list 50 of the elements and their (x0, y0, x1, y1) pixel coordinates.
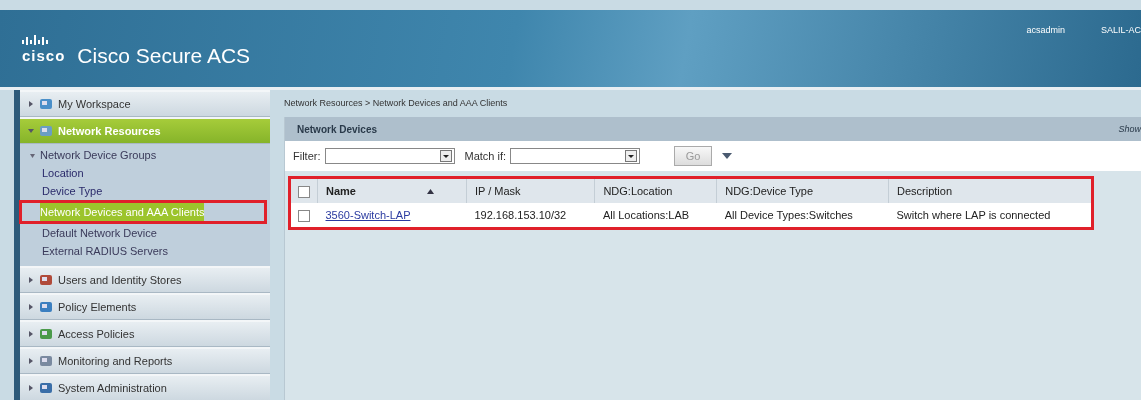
nav-item[interactable]: Location (20, 164, 270, 182)
collapsed-caret-icon (28, 277, 34, 283)
column-header[interactable]: IP / Mask (474, 185, 521, 197)
panel-title: Network Devices (297, 123, 378, 135)
section-icon (39, 327, 53, 341)
section-icon (39, 354, 53, 368)
nav-section[interactable]: My Workspace (20, 90, 270, 117)
collapsed-caret-icon (28, 304, 34, 310)
section-icon (39, 124, 53, 138)
nav-section[interactable]: Access Policies (20, 320, 270, 347)
section-icon (39, 381, 53, 395)
collapsed-caret-icon (28, 331, 34, 337)
expanded-caret-icon (30, 152, 35, 158)
server-name: SALIL-AC (1100, 25, 1141, 35)
user-name: acsadmin (1026, 25, 1065, 35)
column-header[interactable]: NDG:Location (603, 185, 673, 197)
nav-item[interactable]: Device Type (20, 182, 270, 200)
dropdown-field[interactable] (510, 148, 641, 164)
collapsed-caret-icon (28, 385, 34, 391)
row-checkbox[interactable] (298, 209, 311, 222)
show-link[interactable]: Show (1118, 124, 1141, 134)
section-icon (39, 273, 53, 287)
device-link[interactable]: 3560-Switch-LAP (325, 209, 411, 221)
section-icon (39, 97, 53, 111)
filter-label: Filter: (293, 150, 321, 162)
nav-item[interactable]: External RADIUS Servers (20, 242, 270, 260)
nav-item[interactable]: Default Network Device (20, 224, 270, 242)
table-cell: All Locations:LAB (602, 209, 690, 221)
nav-section[interactable]: Monitoring and Reports (20, 347, 270, 374)
column-header[interactable]: NDG:Device Type (725, 185, 813, 197)
expanded-caret-icon (28, 128, 34, 134)
dropdown-triangle-icon (722, 153, 733, 159)
column-header[interactable]: Description (897, 185, 953, 197)
section-icon (39, 300, 53, 314)
brand-wordmark: cisco (22, 47, 66, 63)
nav-section[interactable]: Users and Identity Stores (20, 266, 270, 293)
match-label: Match if: (464, 150, 507, 162)
table-cell: Switch where LAP is connected (896, 209, 1051, 221)
product-title: Cisco Secure ACS (77, 43, 251, 68)
column-header[interactable]: Name (326, 185, 434, 197)
nav-item[interactable]: Network Device Groups (20, 146, 270, 164)
collapsed-caret-icon (28, 358, 34, 364)
collapsed-caret-icon (28, 101, 34, 107)
select-all-checkbox[interactable] (298, 185, 310, 198)
dropdown-field[interactable] (324, 148, 455, 164)
nav-section[interactable]: Policy Elements (20, 293, 270, 320)
table-cell: 192.168.153.10/32 (474, 209, 567, 221)
breadcrumb: Network Resources > Network Devices and AAA Clients (284, 98, 509, 108)
nav-section[interactable]: System Administration (20, 374, 270, 400)
table-cell: All Device Types:Switches (724, 209, 853, 221)
